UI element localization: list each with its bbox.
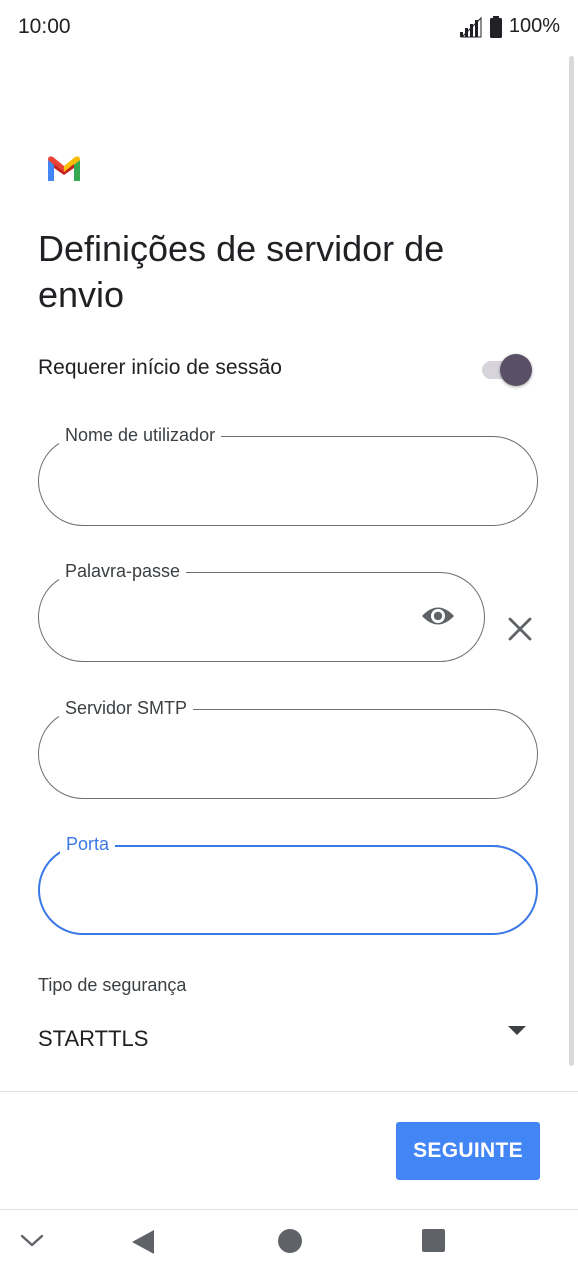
- dropdown-arrow-icon: [508, 1026, 526, 1035]
- smtp-server-field[interactable]: Servidor SMTP: [38, 696, 538, 799]
- back-triangle-icon[interactable]: [130, 1228, 156, 1256]
- signin-required-label: Requerer início de sessão: [38, 356, 282, 379]
- username-label: Nome de utilizador: [59, 423, 222, 447]
- port-input[interactable]: [66, 875, 450, 909]
- username-field[interactable]: Nome de utilizador: [38, 423, 538, 526]
- next-button[interactable]: SEGUINTE: [396, 1122, 540, 1180]
- battery-percentage: 100%: [508, 15, 560, 37]
- collapse-chevron-down-icon[interactable]: [20, 1234, 44, 1248]
- smtp-server-input[interactable]: [65, 738, 449, 772]
- status-time: 10:00: [18, 15, 71, 38]
- signin-required-toggle[interactable]: [482, 354, 532, 386]
- system-nav-bar: [0, 1210, 578, 1286]
- status-bar: 10:00 100%: [0, 0, 578, 56]
- gmail-logo-icon: [48, 156, 80, 181]
- port-label: Porta: [60, 832, 116, 856]
- security-type-dropdown[interactable]: STARTTLS: [38, 1020, 528, 1060]
- signal-icon: [459, 16, 482, 37]
- show-password-eye-icon[interactable]: [420, 601, 456, 631]
- footer-divider: [0, 1091, 578, 1092]
- scrollbar[interactable]: [569, 56, 574, 1066]
- password-input[interactable]: [65, 601, 389, 635]
- status-icons: 100%: [459, 15, 560, 38]
- toggle-knob: [500, 354, 532, 386]
- password-label: Palavra-passe: [59, 559, 187, 583]
- username-input[interactable]: [65, 465, 449, 499]
- password-field[interactable]: Palavra-passe: [38, 559, 485, 662]
- signin-required-row: Requerer início de sessão: [38, 350, 538, 388]
- home-circle-icon[interactable]: [277, 1228, 303, 1254]
- security-type-value: STARTTLS: [38, 1026, 149, 1051]
- recents-square-icon[interactable]: [421, 1228, 446, 1253]
- port-field[interactable]: Porta: [38, 832, 538, 935]
- page-title: Definições de servidor de envio: [38, 228, 445, 315]
- security-type-label: Tipo de segurança: [38, 975, 187, 995]
- clear-password-close-icon[interactable]: [506, 615, 534, 643]
- battery-icon: [489, 15, 502, 38]
- smtp-server-label: Servidor SMTP: [59, 696, 194, 720]
